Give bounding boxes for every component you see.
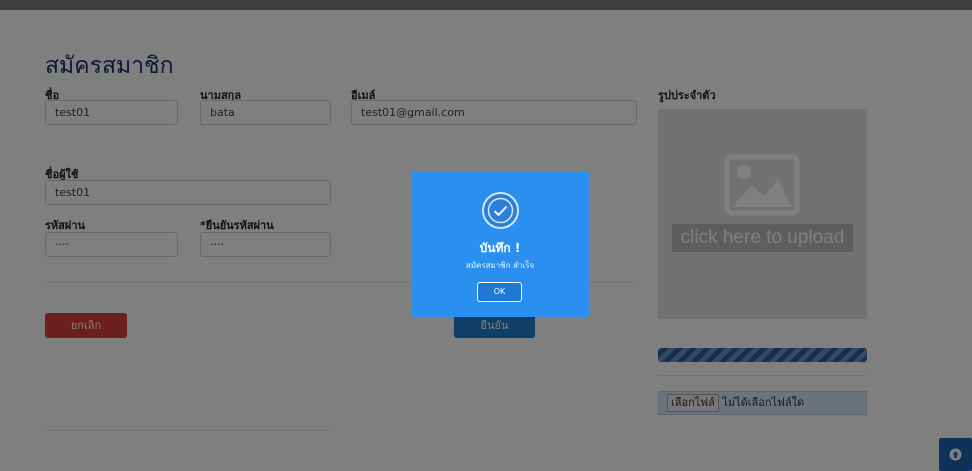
dialog-message: สมัครสมาชิก สำเร็จ xyxy=(465,261,535,270)
check-circle-icon xyxy=(482,192,519,229)
ok-button[interactable]: OK xyxy=(477,282,522,302)
dialog-title: บันทึก ! xyxy=(479,241,521,255)
success-dialog: บันทึก ! สมัครสมาชิก สำเร็จ OK xyxy=(411,171,589,317)
